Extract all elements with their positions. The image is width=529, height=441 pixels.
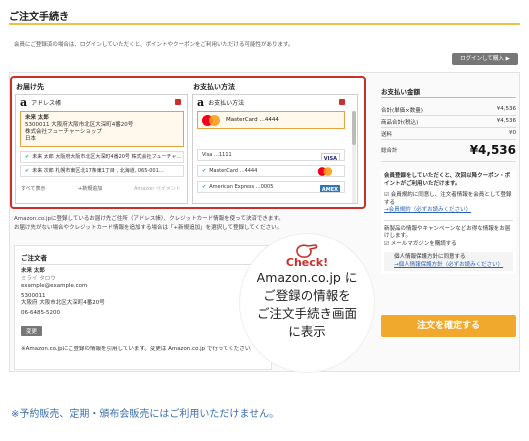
member-registration: 会員登録をしていただくと、次回以降クーポン・ポイントがご利用いただけます。 ☑ … <box>381 170 516 274</box>
privacy-link[interactable]: →個人情報保護方針（必ずお読みください） <box>394 262 509 270</box>
divider <box>381 139 516 140</box>
address-company: 株式会社フューチャーショップ <box>25 129 102 135</box>
payment-widget-label: お支払い方法 <box>208 99 245 107</box>
widget-badge-icon <box>175 99 181 105</box>
check-icon: ✔ <box>202 184 207 190</box>
orderer-email: example@example.com <box>21 283 88 289</box>
orderer-phone: 06-6485-5200 <box>21 309 60 316</box>
payment-widget: a お支払い方法 MasterCard …4444 Visa …1111 VIS… <box>192 94 358 204</box>
address-country: 日本 <box>25 136 37 142</box>
confirm-order-button[interactable]: 注文を確定する <box>381 315 516 337</box>
member-checkbox-row[interactable]: ☑ 会員規約に同意し、注文者情報を会員として登録する <box>384 192 513 207</box>
callout-line: ご登録の情報を <box>263 288 351 303</box>
divider <box>381 115 516 116</box>
summary-row: 送料 ¥0 <box>381 130 516 138</box>
divider <box>384 219 513 221</box>
check-icon: ✔ <box>25 168 30 174</box>
total-label: 総合計 <box>381 148 398 154</box>
orderer-heading: ご注文者 <box>21 254 47 262</box>
summary-total-row: 総合計 ¥4,536 <box>381 143 516 157</box>
shipping-heading: お届け先 <box>16 83 44 91</box>
callout-bubble: Check! Amazon.co.jp に ご登録の情報を ご注文手続き画面 に… <box>240 234 374 372</box>
terms-link[interactable]: →会員規約（必ずお読みください） <box>384 207 513 215</box>
payment-option[interactable]: ✔ MasterCard …4444 <box>197 165 345 177</box>
payment-option[interactable]: Visa …1111 VISA <box>197 149 345 161</box>
callout-check: Check! <box>285 256 329 269</box>
checkbox-icon[interactable]: ☑ <box>384 241 389 247</box>
change-button[interactable]: 変更 <box>21 326 43 336</box>
orderer-footnote: ※Amazon.co.jpにご登録の情報を引用しています。変更は Amazon.… <box>21 346 251 352</box>
amazon-logo-icon: a <box>20 95 28 109</box>
address-option[interactable]: ✔ 未来 次郎 札幌市東区北17条東1丁目 , 北海道, 065-001… <box>20 165 184 177</box>
address-option[interactable]: ✔ 未来 太郎 大阪府大阪市北区大深町4番20号 株式会社フューチャ… <box>20 151 184 163</box>
divider <box>21 264 261 265</box>
add-address-link[interactable]: +新規追加 <box>78 185 102 192</box>
amazon-note-1: Amazon.co.jpに登録しているお届け先ご住所（アドレス帳）、クレジットカ… <box>14 216 284 222</box>
show-all-link[interactable]: すべて表示 <box>21 185 45 192</box>
member-info: 会員登録をしていただくと、次回以降クーポン・ポイントがご利用いただけます。 <box>384 173 511 187</box>
orderer-name: 未来 太郎 <box>21 268 45 274</box>
amazon-payments-footer: Amazon ペイメント <box>134 186 181 192</box>
widget-badge-icon <box>339 99 345 105</box>
orderer-kana: ミライ タロウ <box>21 275 56 282</box>
check-icon: ✔ <box>202 168 207 174</box>
checkbox-icon[interactable]: ☑ <box>384 192 389 198</box>
scroll-thumb[interactable] <box>352 111 356 145</box>
newsletter-checkbox-row[interactable]: ☑ メールマガジンを購読する <box>384 241 513 249</box>
divider <box>381 97 516 98</box>
selected-payment-label: MasterCard …4444 <box>226 117 279 123</box>
address-street: 5300011 大阪府大阪市北区大深町4番20号 <box>25 122 134 128</box>
total-value: ¥4,536 <box>469 143 516 157</box>
address-book-label: アドレス帳 <box>31 99 62 107</box>
check-icon: ✔ <box>25 154 30 160</box>
intro-text: 会員にご登録済の場合は、ログインしていただくと、ポイントやクーポンをご利用いただ… <box>14 42 294 48</box>
summary-row: 商品合計(税込) ¥4,536 <box>381 118 516 126</box>
footer-note: ※予約販売、定期・頒布会販売にはご利用いただけません。 <box>11 409 280 420</box>
summary-heading: お支払い金額 <box>381 88 420 96</box>
callout-line: に表示 <box>288 324 326 339</box>
address-book-widget: a アドレス帳 未来 太郎 5300011 大阪府大阪市北区大深町4番20号 株… <box>15 94 188 204</box>
selected-address[interactable]: 未来 太郎 5300011 大阪府大阪市北区大深町4番20号 株式会社フューチャ… <box>20 111 184 147</box>
mastercard-icon <box>317 167 333 176</box>
callout-line: ご注文手続き画面 <box>256 306 357 321</box>
amazon-note-2: お届け先がない場合やクレジットカード情報を追加する場合は「+新規追加」を選択して… <box>14 225 283 231</box>
amazon-logo-icon: a <box>197 95 205 109</box>
mail-info: 新製品の情報やキャンペーンなどお得な情報をお届けします。 <box>384 225 511 240</box>
payment-heading: お支払い方法 <box>193 83 235 91</box>
divider <box>381 161 516 162</box>
summary-row: 合計(単価×数量) ¥4,536 <box>381 106 516 114</box>
selected-payment[interactable]: MasterCard …4444 <box>197 111 345 129</box>
payment-scrollbar[interactable] <box>352 111 356 203</box>
orderer-section: ご注文者 未来 太郎 ミライ タロウ example@example.com 5… <box>14 245 272 370</box>
page-title: ご注文手続き <box>9 12 69 23</box>
amex-icon: AMEX <box>319 185 340 192</box>
payment-option[interactable]: ✔ American Express …0005 AMEX <box>197 181 345 193</box>
mastercard-icon <box>202 114 220 126</box>
callout-line: Amazon.co.jp に <box>256 270 358 285</box>
title-rule <box>9 23 520 25</box>
address-name: 未来 太郎 <box>25 115 49 121</box>
orderer-address: 大阪府 大阪市北区大深町4番20号 <box>21 300 105 306</box>
visa-icon: VISA <box>320 153 340 160</box>
orderer-postal: 5300011 <box>21 292 46 299</box>
login-button[interactable]: ログインして購入 ▶ <box>452 53 518 65</box>
divider <box>381 127 516 128</box>
privacy-text: 個人情報保護方針に同意する <box>394 254 466 260</box>
